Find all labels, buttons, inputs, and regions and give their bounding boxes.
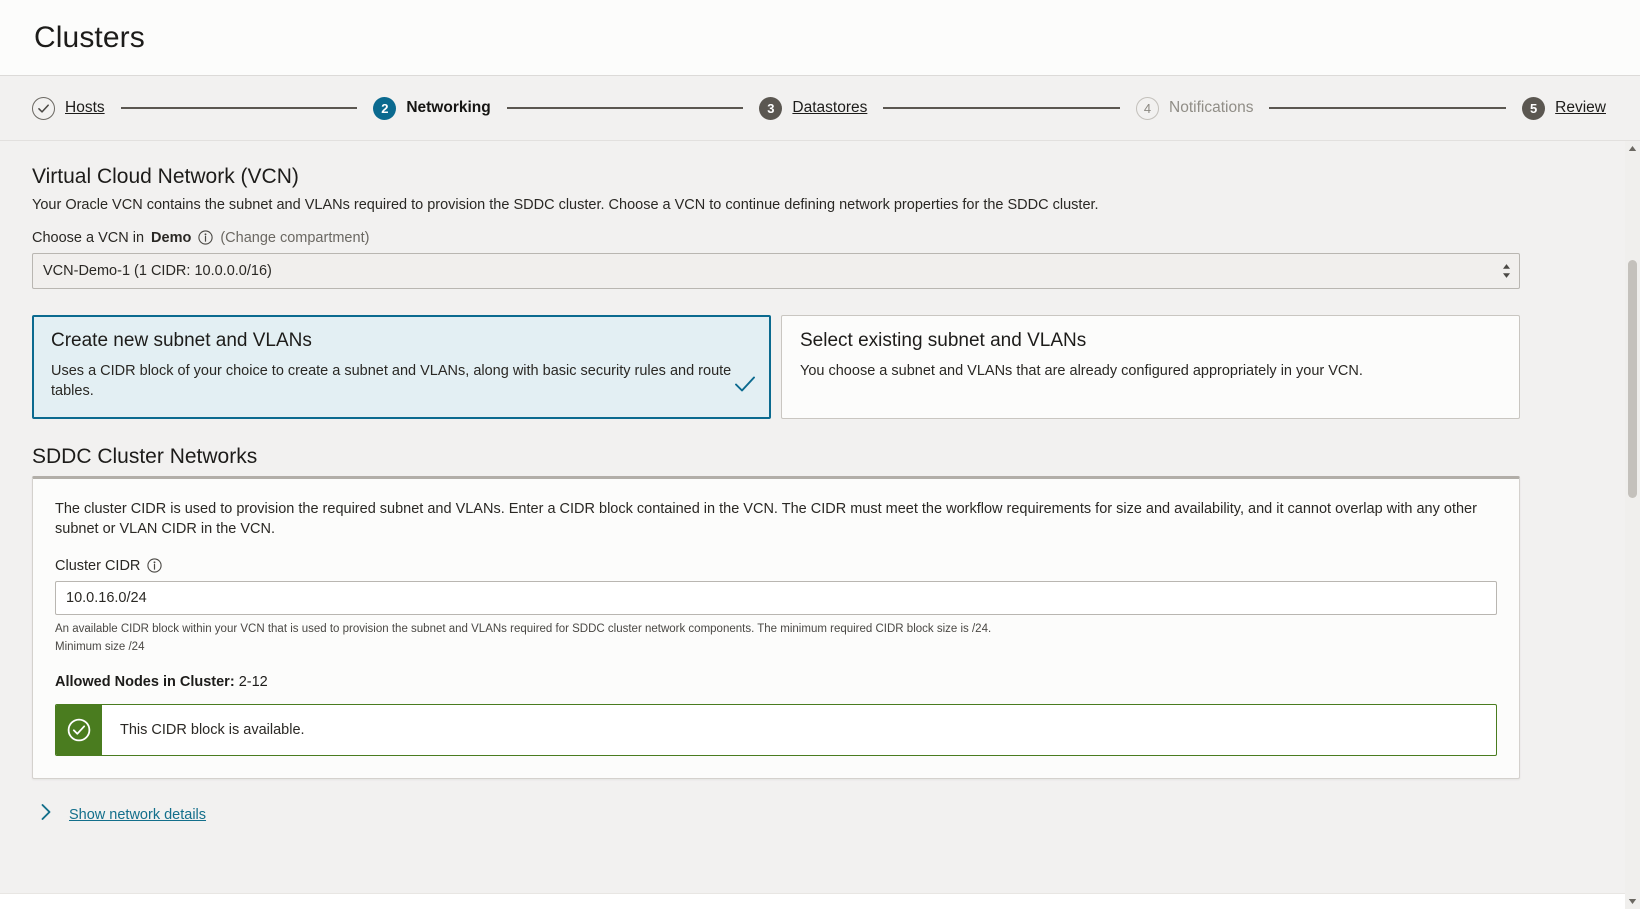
scrollbar-track[interactable] — [1625, 156, 1640, 894]
clusters-wizard-page: Clusters Hosts 2 Networking 3 Datastores… — [0, 0, 1640, 909]
vcn-compartment-name: Demo — [151, 229, 192, 246]
cluster-cidr-helper-text: An available CIDR block within your VCN … — [55, 622, 992, 635]
networking-content: Virtual Cloud Network (VCN) Your Oracle … — [32, 141, 1562, 826]
stepper-connector-3 — [883, 107, 1121, 109]
scroll-up-arrow-icon[interactable] — [1625, 141, 1640, 156]
vcn-select-label-row: Choose a VCN in Demo (Change compartment… — [32, 230, 1562, 246]
vcn-section-heading: Virtual Cloud Network (VCN) — [32, 165, 299, 188]
stepper-label-review[interactable]: Review — [1555, 99, 1606, 117]
stepper-connector-4 — [1269, 107, 1507, 109]
subnet-option-cards: Create new subnet and VLANs Uses a CIDR … — [32, 314, 1520, 419]
vcn-select[interactable]: VCN-Demo-1 (1 CIDR: 10.0.0.0/16) — [32, 252, 1520, 289]
bottom-strip — [0, 893, 1625, 909]
option-card-create-new-subnet[interactable]: Create new subnet and VLANs Uses a CIDR … — [32, 314, 771, 419]
stepper-step-hosts[interactable]: Hosts — [32, 96, 105, 120]
step-marker-5: 5 — [1522, 96, 1546, 120]
sddc-cluster-networks-panel: The cluster CIDR is used to provision th… — [32, 475, 1520, 780]
step-marker-2: 2 — [373, 96, 397, 120]
check-icon — [734, 375, 756, 398]
stepper-label-hosts[interactable]: Hosts — [65, 99, 105, 117]
allowed-nodes-row: Allowed Nodes in Cluster: 2-12 — [55, 674, 1497, 690]
cidr-availability-banner: This CIDR block is available. — [55, 704, 1497, 757]
scrollbar-thumb[interactable] — [1628, 260, 1637, 498]
option-card-title-select-existing: Select existing subnet and VLANs — [800, 329, 1087, 351]
cidr-availability-message: This CIDR block is available. — [120, 722, 305, 739]
check-circle-icon — [56, 705, 102, 756]
change-compartment-link[interactable]: (Change compartment) — [220, 230, 369, 246]
option-card-title-create-new: Create new subnet and VLANs — [51, 329, 312, 351]
option-card-description-create-new: Uses a CIDR block of your choice to crea… — [51, 362, 732, 400]
vcn-section-description: Your Oracle VCN contains the subnet and … — [32, 197, 1099, 213]
cluster-cidr-minimum-size: Minimum size /24 — [55, 641, 145, 654]
cluster-cidr-label: Cluster CIDR — [55, 557, 141, 574]
wizard-body: Virtual Cloud Network (VCN) Your Oracle … — [0, 141, 1640, 909]
info-icon[interactable] — [198, 230, 213, 245]
stepper-label-networking: Networking — [406, 99, 491, 116]
panel-description: The cluster CIDR is used to provision th… — [55, 500, 1477, 538]
stepper-label-datastores[interactable]: Datastores — [792, 99, 867, 117]
step-marker-3: 3 — [759, 96, 783, 120]
page-header: Clusters — [0, 0, 1640, 76]
stepper-step-review[interactable]: 5 Review — [1522, 96, 1606, 120]
vertical-scrollbar[interactable] — [1625, 141, 1640, 909]
page-title: Clusters — [34, 20, 145, 54]
vcn-select-wrapper: VCN-Demo-1 (1 CIDR: 10.0.0.0/16) — [32, 252, 1520, 289]
stepper-connector-1 — [120, 107, 358, 109]
wizard-stepper: Hosts 2 Networking 3 Datastores 4 Notifi… — [32, 96, 1606, 120]
stepper-step-datastores[interactable]: 3 Datastores — [759, 96, 867, 120]
chevron-right-icon — [40, 803, 53, 826]
allowed-nodes-label: Allowed Nodes in Cluster: — [55, 674, 235, 691]
show-network-details-toggle[interactable]: Show network details — [40, 803, 1562, 826]
allowed-nodes-value: 2-12 — [238, 674, 268, 691]
option-card-select-existing-subnet[interactable]: Select existing subnet and VLANs You cho… — [781, 314, 1520, 419]
step-marker-4: 4 — [1136, 96, 1160, 120]
stepper-connector-2 — [506, 107, 744, 109]
cluster-cidr-input[interactable] — [55, 580, 1497, 615]
wizard-stepper-bar: Hosts 2 Networking 3 Datastores 4 Notifi… — [0, 76, 1640, 141]
stepper-label-notifications: Notifications — [1169, 99, 1254, 116]
scroll-down-arrow-icon[interactable] — [1625, 894, 1640, 909]
info-icon[interactable] — [147, 558, 163, 573]
cluster-cidr-label-row: Cluster CIDR — [55, 558, 1497, 574]
step-marker-check-icon — [32, 96, 55, 120]
stepper-step-notifications: 4 Notifications — [1136, 96, 1254, 120]
stepper-step-networking[interactable]: 2 Networking — [373, 96, 491, 120]
sddc-networks-heading: SDDC Cluster Networks — [32, 444, 258, 468]
vcn-select-label-prefix: Choose a VCN in — [32, 229, 145, 246]
show-network-details-label[interactable]: Show network details — [69, 807, 206, 823]
option-card-description-select-existing: You choose a subnet and VLANs that are a… — [800, 362, 1363, 379]
